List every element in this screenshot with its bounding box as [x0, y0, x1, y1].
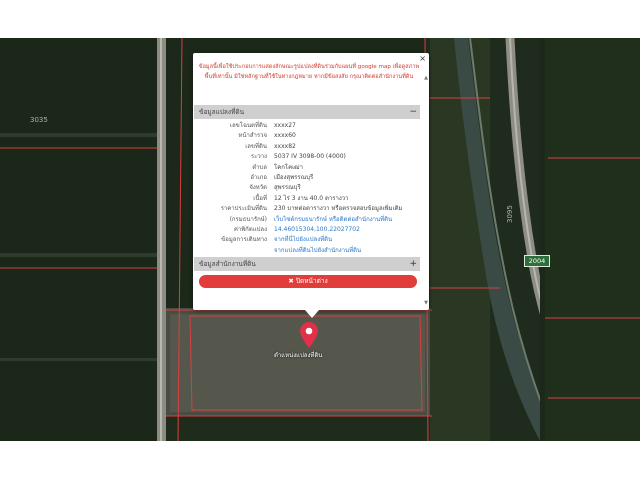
- detail-row: (กรมธนารักษ์) เว็บไซต์กรมธนารักษ์ หรือติด…: [193, 215, 421, 225]
- detail-label: ระวาง: [250, 153, 267, 161]
- detail-row: ระวาง 5037 IV 3098-00 (4000): [193, 152, 421, 162]
- close-x-icon: ✖: [288, 277, 294, 285]
- map-label-left: 3035: [30, 116, 48, 124]
- detail-label: เนื้อที่: [253, 194, 267, 202]
- office-section-title: ข้อมูลสำนักงานที่ดิน: [199, 260, 256, 268]
- detail-value: โคกโคเฒ่า: [274, 163, 303, 171]
- detail-row: ราคาประเมินที่ดิน 230 บาทต่อตารางวา หรือต…: [193, 204, 421, 214]
- parcel-details: เลขโฉนดที่ดิน xxxx27 หน้าสำรวจ xxxx60 เลขท…: [193, 121, 421, 256]
- directions-to-parcel-link[interactable]: จากที่นี่ไปยังแปลงที่ดิน: [274, 235, 332, 245]
- detail-value: xxxx60: [274, 132, 296, 140]
- coordinates-link[interactable]: 14.46015304,100.22027702: [274, 225, 360, 235]
- parcel-section-header[interactable]: ข้อมูลแปลงที่ดิน −: [194, 105, 420, 119]
- detail-row: อำเภอ เมืองสุพรรณบุรี: [193, 173, 421, 183]
- office-section-header[interactable]: ข้อมูลสำนักงานที่ดิน +: [194, 257, 420, 271]
- detail-label: หน้าสำรวจ: [238, 132, 267, 140]
- road-number-shield: 2004: [524, 255, 550, 267]
- expand-icon[interactable]: +: [409, 257, 417, 271]
- detail-row: จากแปลงที่ดินไปยังสำนักงานที่ดิน: [193, 246, 421, 256]
- popup-pointer: [305, 310, 319, 318]
- detail-label: จังหวัด: [249, 184, 267, 192]
- detail-value: สุพรรณบุรี: [274, 184, 301, 192]
- detail-value: xxxx27: [274, 122, 296, 129]
- scroll-down-icon[interactable]: ▼: [424, 300, 428, 306]
- close-window-label: ปิดหน้าต่าง: [295, 277, 328, 285]
- marker-label: ตำแหน่งแปลงที่ดิน: [274, 352, 323, 359]
- detail-label: เลขที่ดิน: [245, 142, 267, 150]
- detail-row: ข้อมูลการเดินทาง จากที่นี่ไปยังแปลงที่ดิน: [193, 235, 421, 245]
- collapse-icon[interactable]: −: [409, 105, 417, 119]
- detail-label: ค่าพิกัดแปลง: [233, 225, 267, 233]
- detail-label: ข้อมูลการเดินทาง: [221, 236, 267, 244]
- detail-row: ตำบล โคกโคเฒ่า: [193, 163, 421, 173]
- detail-value: 230 บาทต่อตารางวา หรือตรวจสอบข้อมูลเพิ่ม…: [274, 205, 403, 213]
- location-pin-icon[interactable]: [300, 322, 318, 352]
- detail-row: ค่าพิกัดแปลง 14.46015304,100.22027702: [193, 225, 421, 235]
- detail-label: อำเภอ: [250, 173, 267, 181]
- parcel-section-title: ข้อมูลแปลงที่ดิน: [199, 108, 245, 116]
- detail-row: เนื้อที่ 12 ไร่ 3 งาน 40.0 ตารางวา: [193, 194, 421, 204]
- treasury-website-link[interactable]: เว็บไซต์กรมธนารักษ์ หรือติดต่อสำนักงานที…: [274, 215, 392, 225]
- detail-row: จังหวัด สุพรรณบุรี: [193, 183, 421, 193]
- directions-to-office-link[interactable]: จากแปลงที่ดินไปยังสำนักงานที่ดิน: [274, 246, 361, 256]
- detail-label: (กรมธนารักษ์): [229, 215, 267, 223]
- detail-value: เมืองสุพรรณบุรี: [274, 173, 314, 181]
- detail-label: ตำบล: [252, 163, 267, 171]
- detail-row: หน้าสำรวจ xxxx60: [193, 131, 421, 141]
- map-label-right: 3095: [506, 205, 514, 223]
- detail-label: เลขโฉนดที่ดิน: [229, 122, 267, 129]
- detail-value: 5037 IV 3098-00 (4000): [274, 153, 346, 161]
- detail-label: ราคาประเมินที่ดิน: [220, 205, 267, 213]
- popup-scrollbar[interactable]: ▲ ▼: [423, 63, 429, 308]
- detail-value: 12 ไร่ 3 งาน 40.0 ตารางวา: [274, 194, 349, 202]
- detail-row: เลขที่ดิน xxxx82: [193, 142, 421, 152]
- detail-row: เลขโฉนดที่ดิน xxxx27: [193, 121, 421, 131]
- close-window-button[interactable]: ✖ ปิดหน้าต่าง: [199, 275, 417, 288]
- scroll-up-icon[interactable]: ▲: [424, 75, 428, 81]
- parcel-info-popup: × ข้อมูลนี้เพื่อใช้ประกอบการแสดงลักษณะรู…: [193, 53, 429, 310]
- detail-value: xxxx82: [274, 142, 296, 150]
- disclaimer-notice: ข้อมูลนี้เพื่อใช้ประกอบการแสดงลักษณะรูปแ…: [198, 64, 420, 80]
